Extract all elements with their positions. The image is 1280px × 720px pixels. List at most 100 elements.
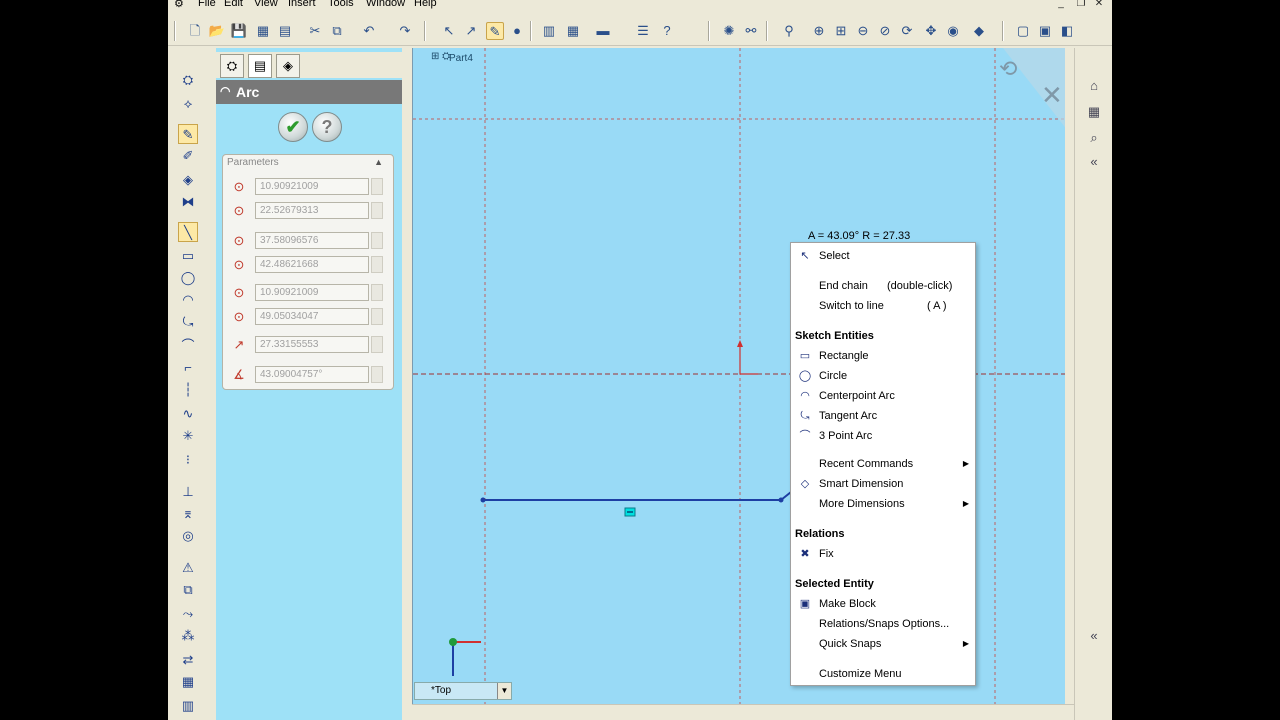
line-icon[interactable]: ╲ [178, 222, 198, 242]
point-icon[interactable]: ✳ [178, 426, 198, 446]
menu-view[interactable]: View [254, 0, 278, 9]
param-start-y-field[interactable]: 42.48621668 [255, 256, 369, 273]
collapse-pane-icon[interactable]: « [1084, 152, 1104, 172]
param-end-x-field[interactable]: 10.90921009 [255, 284, 369, 301]
pan-icon[interactable]: ✥ [922, 22, 940, 40]
convert-entities-icon[interactable]: ⧉ [178, 580, 198, 600]
redo-icon[interactable]: ↷ [396, 22, 414, 40]
menu-item-quick-snaps[interactable]: Quick Snaps ▶ [791, 635, 975, 653]
linear-pattern-icon[interactable]: ⁂ [178, 626, 198, 646]
gear-icon[interactable]: ✺ [720, 22, 738, 40]
feature-manager-tab-icon[interactable]: ⛭ [220, 54, 244, 78]
print-icon[interactable]: ▦ [254, 22, 272, 40]
ok-button[interactable]: ✔ [278, 112, 308, 142]
spinner[interactable] [371, 178, 383, 195]
help-button[interactable]: ? [312, 112, 342, 142]
graphics-icon[interactable]: ▬ [594, 22, 612, 40]
expand-pane-icon[interactable]: « [1084, 626, 1104, 646]
view-orientation-box[interactable]: *Top ▼ [414, 682, 512, 700]
zoom-area-icon[interactable]: ⊞ [832, 22, 850, 40]
cut-icon[interactable]: ✂ [306, 22, 324, 40]
configuration-manager-tab-icon[interactable]: ◈ [276, 54, 300, 78]
search-icon[interactable]: ⌕ [1084, 128, 1104, 148]
rotate-icon[interactable]: ⟳ [898, 22, 916, 40]
param-radius-field[interactable]: 27.33155553 [255, 336, 369, 353]
new-icon[interactable]: 🗋 [186, 22, 204, 40]
edit-sketch-icon[interactable]: ✎ [178, 124, 198, 144]
menu-item-end-chain[interactable]: End chain (double-click) [791, 277, 975, 295]
display-style-icon[interactable]: ◆ [970, 22, 988, 40]
menu-item-rectangle[interactable]: ▭ Rectangle [791, 347, 975, 365]
shaded-icon[interactable]: ◧ [1058, 22, 1076, 40]
param-angle-field[interactable]: 43.09004757° [255, 366, 369, 383]
menu-item-circle[interactable]: ◯ Circle [791, 367, 975, 385]
open-icon[interactable]: 📂 [208, 22, 226, 40]
offset-icon[interactable]: ◎ [178, 526, 198, 546]
sketch-fillet-icon[interactable]: ⌐ [178, 358, 198, 378]
chevron-down-icon[interactable]: ▼ [497, 683, 511, 699]
mirror-icon[interactable]: ⚠ [178, 558, 198, 578]
minimize-icon[interactable]: _ [1054, 0, 1068, 10]
centerline-icon[interactable]: ┆ [178, 380, 198, 400]
menu-tools[interactable]: Tools [328, 0, 354, 9]
options-icon[interactable]: ▥ [540, 22, 558, 40]
save-icon[interactable]: 💾 [230, 22, 248, 40]
extend-icon[interactable]: ⌆ [178, 504, 198, 524]
add-relation-icon[interactable]: ⇄ [178, 650, 198, 670]
move-entities-icon[interactable]: ⤳ [178, 604, 198, 624]
smart-dimension-icon[interactable]: ⟡ [178, 94, 198, 114]
view-orient-icon[interactable]: ◉ [944, 22, 962, 40]
menu-item-fix[interactable]: ✖ Fix [791, 545, 975, 563]
spinner[interactable] [371, 284, 383, 301]
property-manager-tab-icon[interactable]: ▤ [248, 54, 272, 78]
menu-item-3-point-arc[interactable]: ⌒ 3 Point Arc [791, 427, 975, 445]
trim-icon[interactable]: ⊥ [178, 482, 198, 502]
param-start-x-field[interactable]: 37.58096576 [255, 232, 369, 249]
menu-item-make-block[interactable]: ▣ Make Block [791, 595, 975, 613]
three-point-arc-icon[interactable]: ⌒ [178, 336, 198, 356]
param-center-x-field[interactable]: 10.90921009 [255, 178, 369, 195]
param-center-y-field[interactable]: 22.52679313 [255, 202, 369, 219]
feature-tree-icon[interactable]: ⊞ ⛭ [431, 51, 450, 62]
horizontal-scrollbar[interactable] [412, 704, 1074, 720]
menu-help[interactable]: Help [414, 0, 437, 9]
measure-icon[interactable]: ⚲ [780, 22, 798, 40]
menu-item-switch-to-line[interactable]: Switch to line ( A ) [791, 297, 975, 315]
copy-icon[interactable]: ⧉ [328, 22, 346, 40]
home-icon[interactable]: ⌂ [1084, 76, 1104, 96]
grid-icon[interactable]: ▦ [564, 22, 582, 40]
spinner[interactable] [371, 202, 383, 219]
spinner[interactable] [371, 256, 383, 273]
spinner[interactable] [371, 232, 383, 249]
menu-item-more-dimensions[interactable]: More Dimensions ▶ [791, 495, 975, 513]
app-logo-icon[interactable]: ⚙ [174, 0, 184, 10]
construction-icon[interactable]: ⁝ [178, 450, 198, 470]
tangent-arc-icon[interactable]: ⤿ [178, 312, 198, 332]
undo-icon[interactable]: ↶ [360, 22, 378, 40]
spinner[interactable] [371, 308, 383, 325]
link-icon[interactable]: ⚯ [742, 22, 760, 40]
menu-item-select[interactable]: ↖ Select [791, 247, 975, 265]
library-icon[interactable]: ▦ [1084, 102, 1104, 122]
rectangle-icon[interactable]: ▭ [178, 246, 198, 266]
relations-icon[interactable]: ⧓ [178, 192, 198, 212]
rebuild-icon[interactable]: ● [508, 22, 526, 40]
list-icon[interactable]: ☰ [634, 22, 652, 40]
zoom-in-out-icon[interactable]: ⊖ [854, 22, 872, 40]
menu-item-centerpoint-arc[interactable]: ◠ Centerpoint Arc [791, 387, 975, 405]
dimension-icon[interactable]: ◈ [178, 170, 198, 190]
centerpoint-arc-icon[interactable]: ◠ [178, 290, 198, 310]
spline-icon[interactable]: ∿ [178, 404, 198, 424]
collapse-icon[interactable]: ▲ [374, 157, 383, 167]
zoom-fit-icon[interactable]: ⊕ [810, 22, 828, 40]
select-other-icon[interactable]: ↗ [462, 22, 480, 40]
restore-icon[interactable]: ❐ [1074, 0, 1088, 10]
sketch-icon[interactable]: ⛭ [178, 70, 198, 90]
feature-tree-part[interactable]: Part4 [449, 53, 473, 64]
menu-edit[interactable]: Edit [224, 0, 243, 9]
menu-window[interactable]: Window [366, 0, 405, 9]
menu-item-tangent-arc[interactable]: ⤿ Tangent Arc [791, 407, 975, 425]
print-preview-icon[interactable]: ▤ [276, 22, 294, 40]
spinner[interactable] [371, 366, 383, 383]
menu-file[interactable]: File [198, 0, 216, 9]
